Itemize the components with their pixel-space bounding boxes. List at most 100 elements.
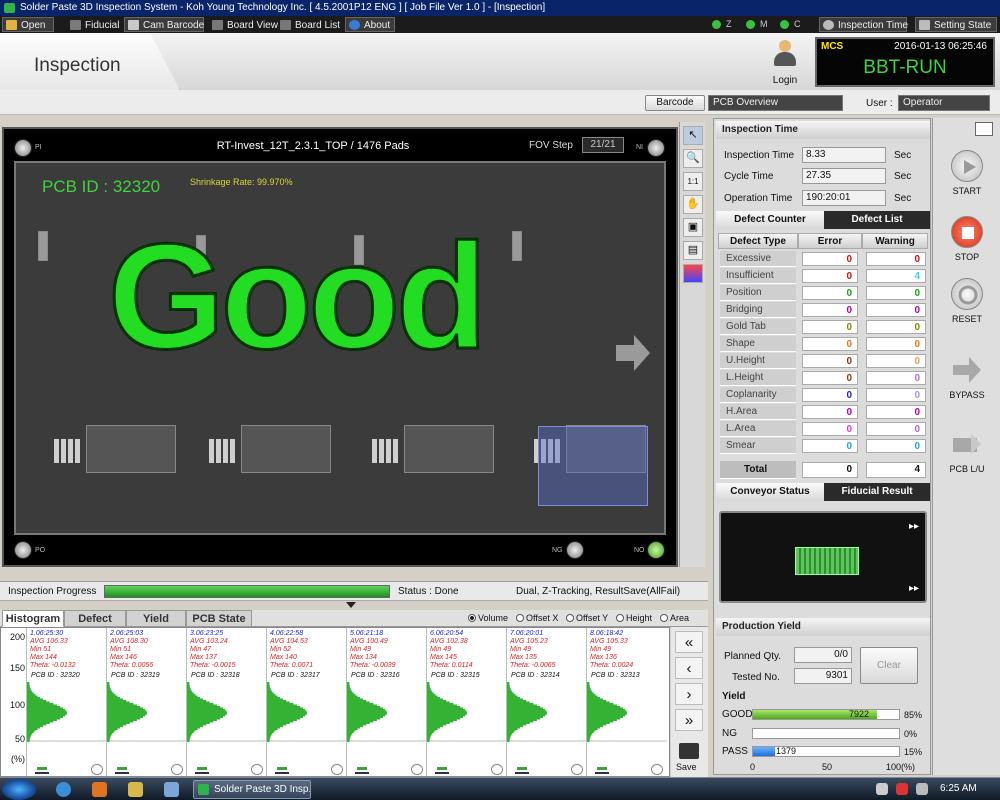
- pin-icon[interactable]: [595, 764, 609, 774]
- defect-type-label: Shape: [720, 336, 796, 352]
- defect-type-label: Position: [720, 285, 796, 301]
- mode-c-label: C: [794, 19, 801, 29]
- panel-toggle-icon[interactable]: [975, 122, 993, 136]
- histogram-cell: 3.06:23:25 AVG 103.24 Min 47 Max 137 Theta: …: [186, 628, 267, 776]
- camera-view-icon[interactable]: ▣: [683, 218, 703, 237]
- tab-conveyor-status[interactable]: Conveyor Status: [716, 483, 824, 501]
- cam-barcode-button[interactable]: Cam Barcode: [124, 17, 204, 32]
- offset-y-radio[interactable]: Offset Y: [566, 613, 608, 623]
- tab-histogram[interactable]: Histogram: [2, 610, 64, 627]
- y-unit: (%): [11, 754, 25, 764]
- pcb-image[interactable]: PCB ID : 32320 Shrinkage Rate: 99.970% G…: [14, 161, 666, 535]
- pin-icon[interactable]: [355, 764, 369, 774]
- view-toolbar: ↖ 🔍 1:1 ✋ ▣ ▤: [679, 122, 705, 567]
- pcb-load-unload-button[interactable]: PCB L/U: [933, 428, 1000, 474]
- defect-type-label: Insufficient: [720, 268, 796, 284]
- fiducial-menu[interactable]: Fiducial: [66, 17, 124, 32]
- monitor-icon[interactable]: ▤: [683, 241, 703, 260]
- zoom-icon[interactable]: [491, 764, 503, 775]
- inspection-time-button[interactable]: Inspection Time: [819, 17, 908, 32]
- barcode-row: Barcode PCB Overview User : Operator: [0, 90, 1000, 115]
- histogram-stats: 1.06:25:30 AVG 106.33 Min 51 Max 144 Theta: …: [30, 630, 76, 669]
- volume-icon[interactable]: [916, 783, 928, 795]
- zoom-1to1-icon[interactable]: 1:1: [683, 172, 703, 191]
- histogram-plot: [427, 682, 507, 742]
- reset-button[interactable]: RESET: [933, 278, 1000, 324]
- warning-count: 0: [866, 371, 926, 385]
- barcode-button[interactable]: Barcode: [645, 95, 705, 111]
- mode-c-indicator: [780, 20, 789, 29]
- collapse-arrow-icon[interactable]: [346, 602, 356, 608]
- pin-icon[interactable]: [115, 764, 129, 774]
- conveyor-right-arrow-icon: ▸▸: [909, 583, 920, 594]
- pin-icon[interactable]: [35, 764, 49, 774]
- start-menu-button[interactable]: [2, 779, 36, 800]
- prev-page-button[interactable]: ‹: [675, 657, 703, 679]
- zoom-icon[interactable]: [331, 764, 343, 775]
- next-arrow-icon[interactable]: [616, 333, 652, 373]
- tab-defect[interactable]: Defect: [64, 610, 126, 627]
- pin-icon[interactable]: [435, 764, 449, 774]
- first-page-button[interactable]: «: [675, 631, 703, 653]
- zoom-icon[interactable]: 🔍: [683, 149, 703, 168]
- start-button[interactable]: START: [933, 150, 1000, 196]
- tab-yield[interactable]: Yield: [126, 610, 186, 627]
- volume-radio[interactable]: Volume: [468, 613, 508, 623]
- tray-icon[interactable]: [896, 783, 908, 795]
- next-page-button[interactable]: ›: [675, 683, 703, 705]
- desktop-icon[interactable]: [164, 782, 179, 797]
- folder-icon[interactable]: [128, 782, 143, 797]
- pin-icon[interactable]: [275, 764, 289, 774]
- corner-ng-button[interactable]: [566, 541, 584, 559]
- zoom-icon[interactable]: [411, 764, 423, 775]
- tray-icon[interactable]: [876, 783, 888, 795]
- zoom-icon[interactable]: [171, 764, 183, 775]
- setting-state-button[interactable]: Setting State: [915, 17, 997, 32]
- bypass-button[interactable]: BYPASS: [933, 354, 1000, 400]
- color-map-icon[interactable]: [683, 264, 703, 283]
- open-button[interactable]: Open: [2, 17, 54, 32]
- board-view: PI RT-Invest_12T_2.3.1_TOP / 1476 Pads F…: [2, 127, 678, 567]
- zoom-icon[interactable]: [251, 764, 263, 775]
- mode-m-indicator: [746, 20, 755, 29]
- height-radio[interactable]: Height: [616, 613, 652, 623]
- barcode-field[interactable]: PCB Overview: [708, 95, 843, 111]
- control-sidebar: START STOP RESET BYPASS PCB L/U: [932, 118, 1000, 775]
- board-list-menu[interactable]: Board List: [276, 17, 345, 32]
- play-icon: [951, 150, 983, 182]
- warning-count: 0: [866, 252, 926, 266]
- defect-type-label: U.Height: [720, 353, 796, 369]
- histogram-stats: 4.06:22:58 AVG 104.53 Min 52 Max 140 Theta: …: [270, 630, 314, 669]
- conveyor-view: ▸▸ ▸▸: [719, 511, 927, 603]
- tab-pcb-state[interactable]: PCB State: [186, 610, 252, 627]
- taskbar-app-button[interactable]: Solder Paste 3D Insp...: [193, 780, 311, 799]
- about-button[interactable]: About: [345, 17, 395, 32]
- hand-pan-icon[interactable]: ✋: [683, 195, 703, 214]
- zoom-icon[interactable]: [571, 764, 583, 775]
- warning-header: Warning: [862, 233, 928, 249]
- login-button[interactable]: Login: [760, 37, 810, 87]
- mcs-state: BBT-RUN: [863, 57, 947, 78]
- save-icon[interactable]: [679, 743, 699, 759]
- last-page-button[interactable]: »: [675, 709, 703, 731]
- tab-fiducial-result[interactable]: Fiducial Result: [824, 483, 930, 501]
- stop-button[interactable]: STOP: [933, 216, 1000, 262]
- offset-x-radio[interactable]: Offset X: [516, 613, 558, 623]
- clear-button[interactable]: Clear: [860, 647, 918, 684]
- error-count: 0: [802, 286, 858, 300]
- board-view-menu[interactable]: Board View: [208, 17, 283, 32]
- media-player-icon[interactable]: [92, 782, 107, 797]
- zoom-icon[interactable]: [651, 764, 663, 775]
- tab-inspection[interactable]: Inspection: [0, 33, 180, 90]
- pin-icon[interactable]: [515, 764, 529, 774]
- zoom-icon[interactable]: [91, 764, 103, 775]
- corner-ni-button[interactable]: [647, 139, 665, 157]
- corner-no-button[interactable]: [647, 541, 665, 559]
- corner-po-button[interactable]: [14, 541, 32, 559]
- tab-defect-list[interactable]: Defect List: [824, 211, 930, 229]
- browser-icon[interactable]: [56, 782, 71, 797]
- tab-defect-counter[interactable]: Defect Counter: [716, 211, 824, 229]
- pin-icon[interactable]: [195, 764, 209, 774]
- pointer-tool-icon[interactable]: ↖: [683, 126, 703, 145]
- area-radio[interactable]: Area: [660, 613, 689, 623]
